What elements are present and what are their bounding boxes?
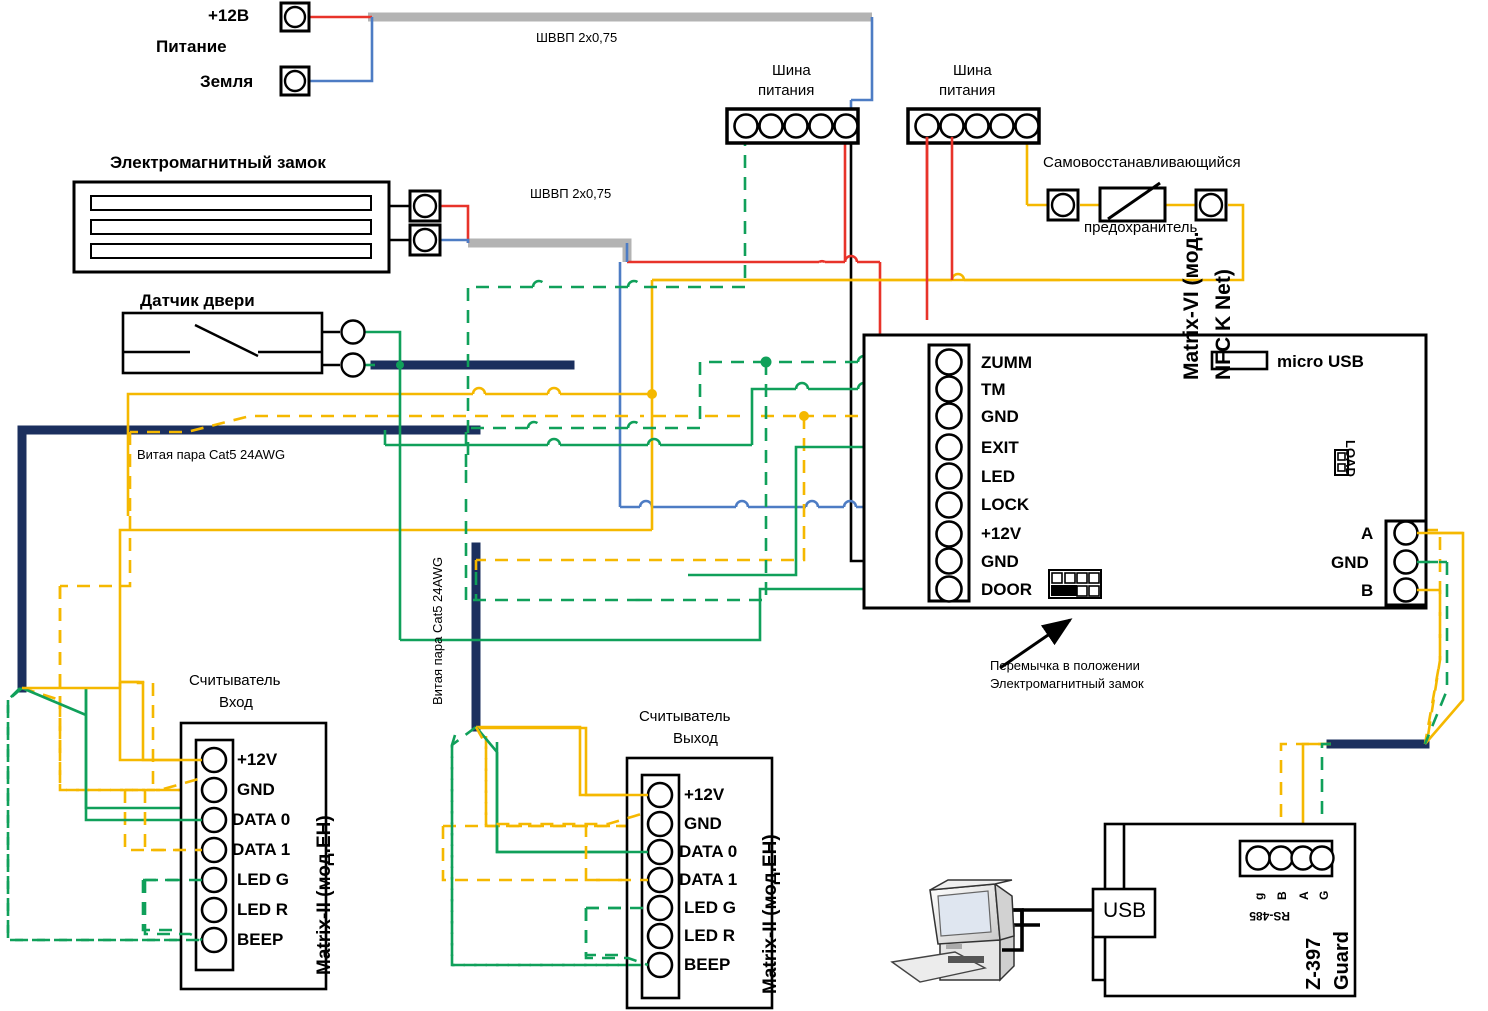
controller-terminal-door: DOOR (981, 580, 1032, 599)
converter-terminal-a: A (1297, 891, 1311, 900)
rs485-terminal-a: A (1361, 524, 1374, 543)
controller-terminal-exit: EXIT (981, 438, 1019, 457)
controller-terminal-gnd: GND (981, 407, 1019, 426)
usb-label: USB (1103, 899, 1147, 922)
power-bus-1 (725, 107, 860, 145)
controller-terminal-tm: TM (981, 380, 1006, 399)
controller-name-line1: Matrix-VI (мод. (1180, 231, 1203, 381)
wiring-diagram-canvas: +12В Питание Земля ШВВП 2x0,75 ШВВП 2x0,… (0, 0, 1488, 1011)
controller-terminal-gnd2: GND (981, 552, 1019, 571)
controller-terminal-zumm: ZUMM (981, 353, 1032, 372)
reader-in-terminal-ledr: LED R (237, 900, 288, 919)
twisted-pair-vertical-label: Витая пара Cat5 24AWG (430, 556, 445, 705)
reader-in-terminal-ledg: LED G (237, 870, 289, 889)
reader-out-title-line2: Выход (673, 730, 718, 747)
computer-icon (890, 824, 1126, 983)
controller-terminal-led: LED (981, 467, 1015, 486)
micro-usb-label: micro USB (1277, 352, 1364, 371)
controller-name-line2: NFC K Net) (1212, 269, 1235, 380)
reader-in-terminal-gnd: GND (237, 780, 275, 799)
fuse-assembly (1046, 181, 1228, 223)
reader-out-wires (450, 725, 649, 967)
rs485-terminal-b: B (1361, 581, 1374, 600)
power-bus-1-label-line2: питания (758, 82, 815, 99)
reader-out-terminal-ledr: LED R (684, 926, 735, 945)
controller-terminal-12v: +12V (981, 524, 1022, 543)
power-plus-label: +12В (208, 6, 250, 25)
reader-in-terminal-data0: DATA 0 (232, 810, 291, 829)
door-sensor (121, 311, 366, 378)
reader-out-terminal-data0: DATA 0 (679, 842, 738, 861)
lock-cable-label: ШВВП 2x0,75 (530, 186, 612, 201)
reader-in-terminal-beep: BEEP (237, 930, 284, 949)
converter-bus-label: RS-485 (1249, 909, 1290, 923)
power-group-label: Питание (156, 37, 227, 56)
reader-out-terminal-gnd: GND (684, 814, 722, 833)
jumper-note-line1: Перемычка в положении (990, 658, 1140, 673)
reader-in-title-line1: Считыватель (189, 672, 281, 689)
reader-in-title-line2: Вход (219, 694, 253, 711)
lock-title: Электромагнитный замок (110, 153, 326, 172)
power-bus-2-label-line2: питания (939, 82, 996, 99)
reader-in-wires (6, 586, 203, 942)
reader-in-terminal-data1: DATA 1 (232, 840, 291, 859)
reader-out-terminal-12v: +12V (684, 785, 725, 804)
twisted-pair-horizontal-label: Витая пара Cat5 24AWG (137, 447, 286, 462)
power-bus-2-label-line1: Шина (953, 62, 992, 79)
reader-out-title-line1: Считыватель (639, 708, 731, 725)
diagram-svg (6, 1, 1465, 1010)
load-jumper-label: LOAD (1343, 440, 1358, 477)
reader-in-terminal-12v: +12V (237, 750, 278, 769)
door-sensor-title: Датчик двери (140, 291, 255, 310)
converter-name-line1: Z-397 (1303, 937, 1325, 990)
jumper-note-line2: Электромагнитный замок (990, 676, 1144, 691)
power-bus-2-drops (925, 137, 954, 320)
reader-out-terminal-data1: DATA 1 (679, 870, 738, 889)
power-cable-label: ШВВП 2x0,75 (536, 30, 618, 45)
fuse-label-line1: Самовосстанавливающийся (1043, 154, 1241, 171)
rs485-terminal-gnd: GND (1331, 553, 1369, 572)
reader-out-terminal-beep: BEEP (684, 955, 731, 974)
reader-out-terminal-ledg: LED G (684, 898, 736, 917)
converter-terminal-g-lower: g (1252, 892, 1266, 900)
controller-terminal-lock: LOCK (981, 495, 1030, 514)
converter-terminal-b: B (1275, 891, 1289, 900)
electromagnetic-lock (72, 180, 442, 274)
reader-out-model: Matrix-II (мод.EH) (760, 834, 781, 994)
reader-in-model: Matrix-II (мод.EH) (314, 815, 335, 975)
converter-name-line2: Guard (1331, 931, 1353, 990)
power-bus-1-label-line1: Шина (772, 62, 811, 79)
converter-terminal-g: G (1317, 890, 1331, 900)
power-ground-label: Земля (200, 72, 254, 91)
power-supply-terminals (279, 1, 311, 97)
